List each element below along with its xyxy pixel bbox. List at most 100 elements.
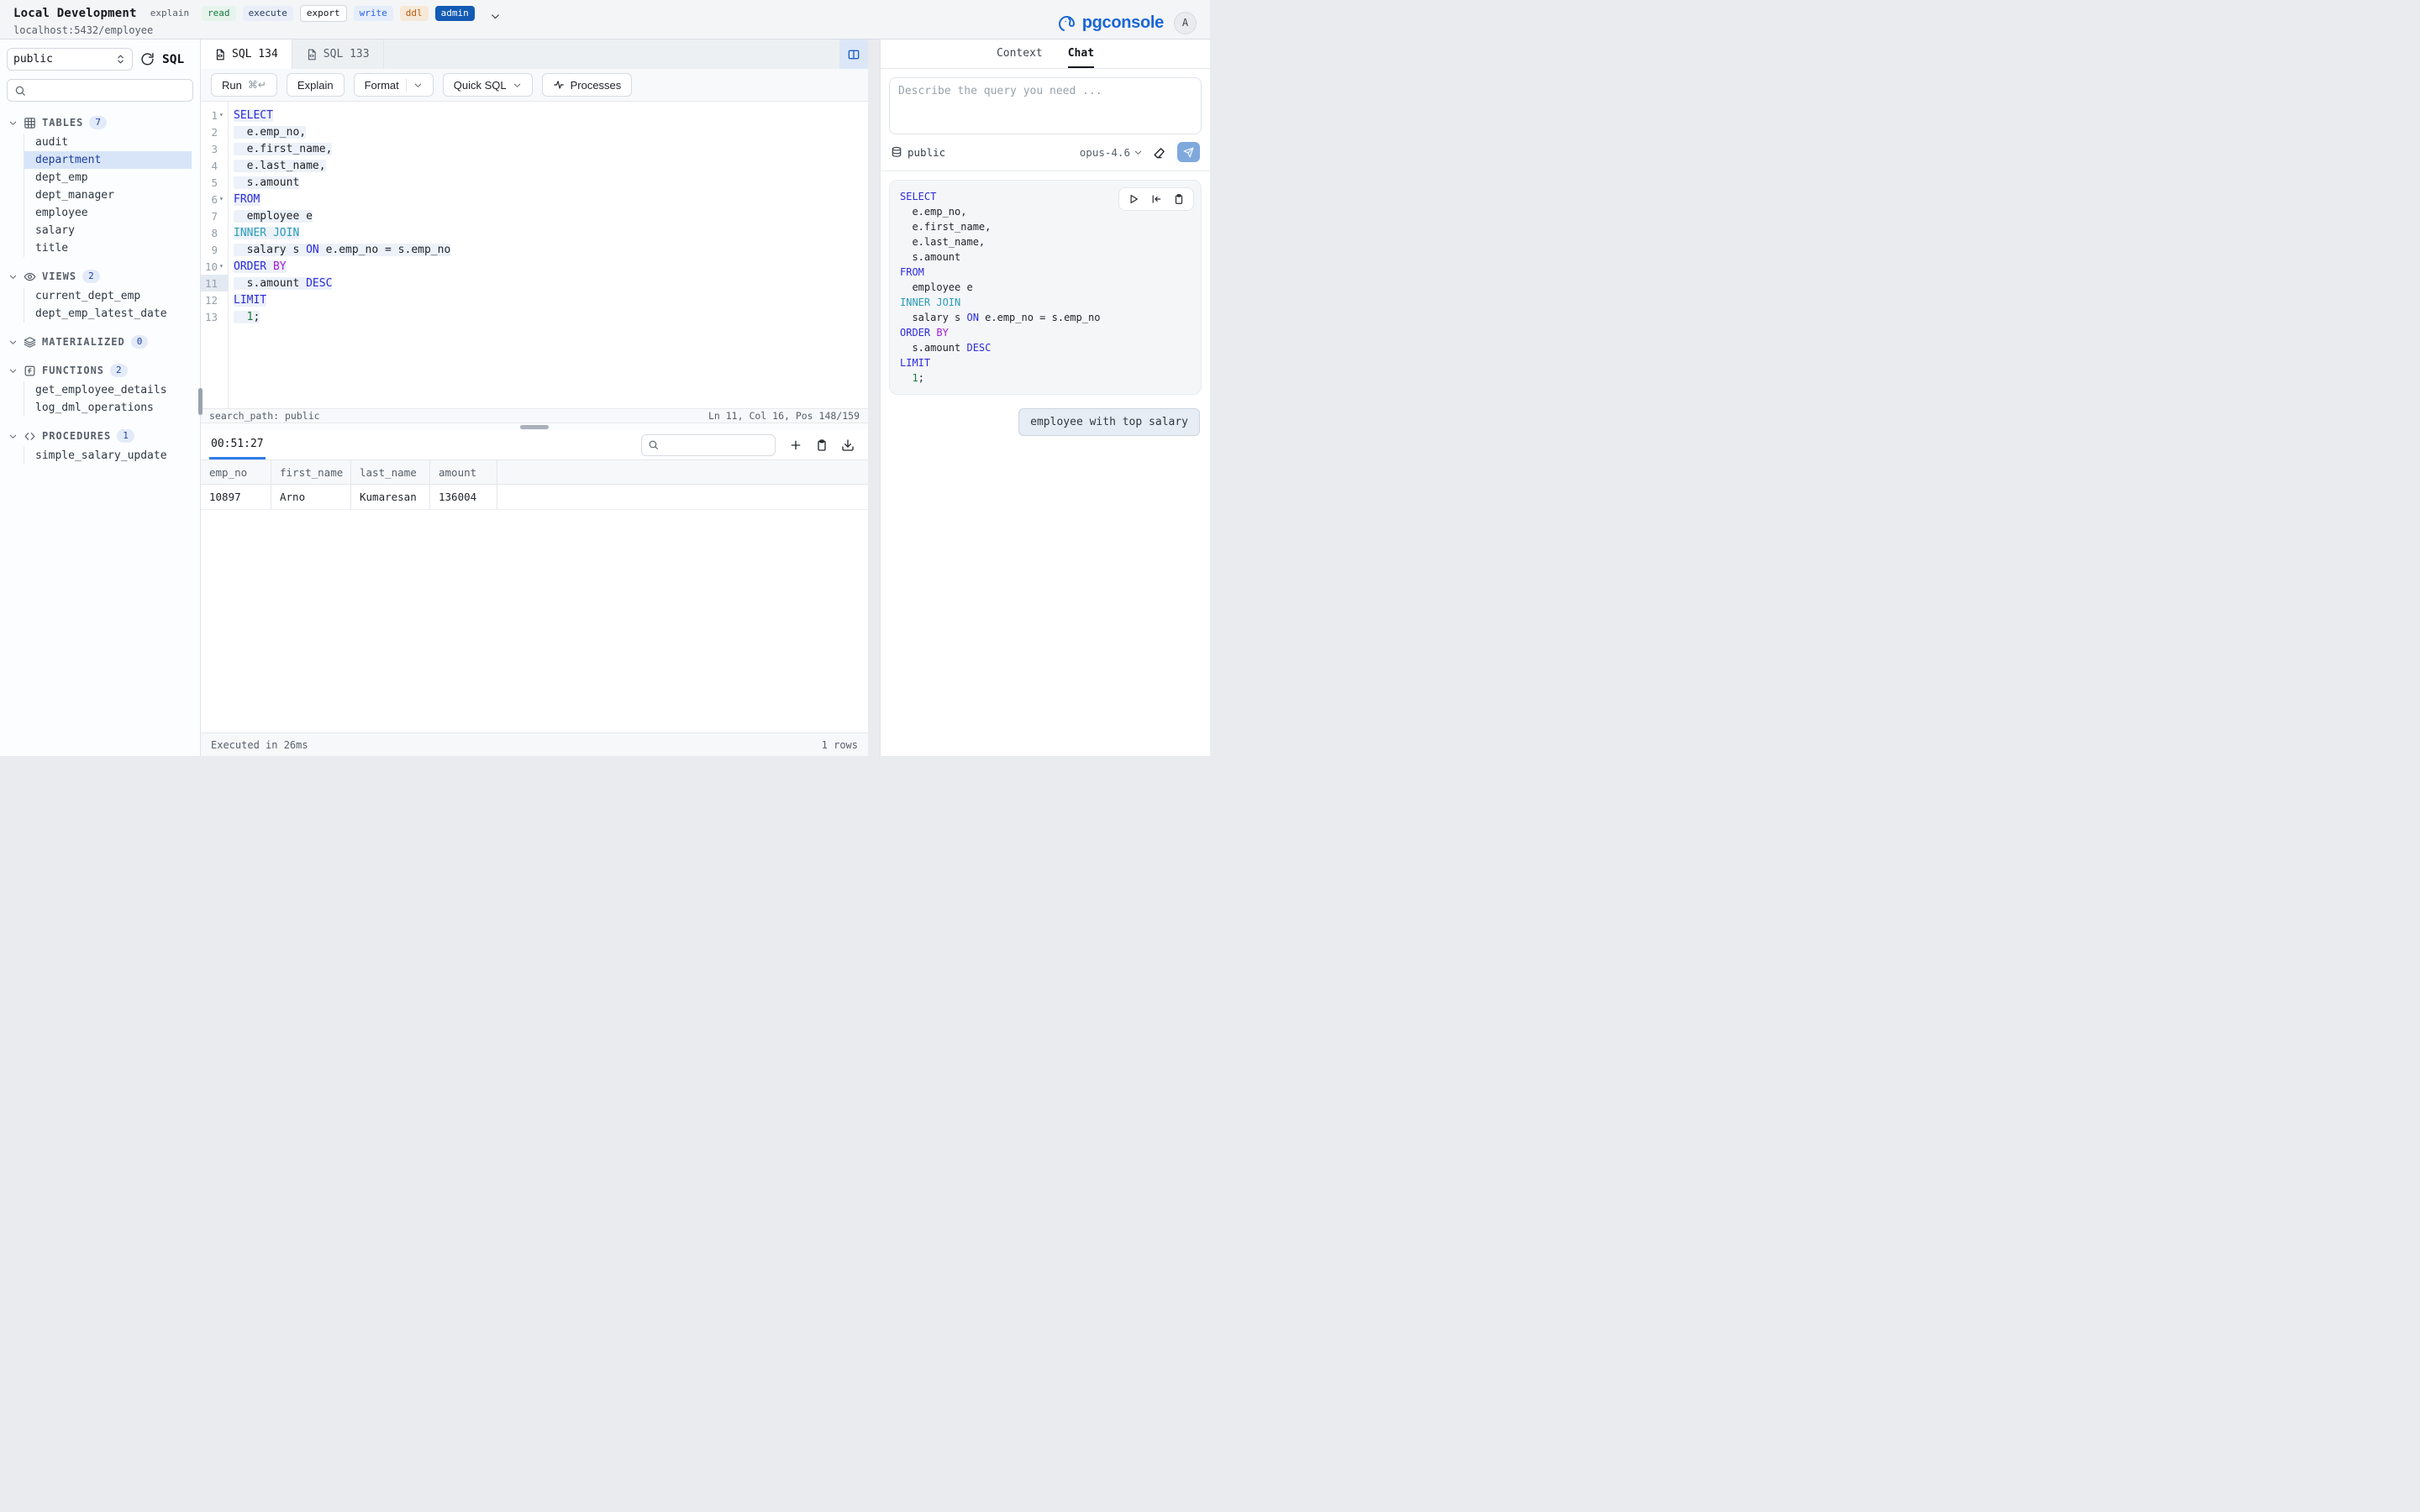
results-filter[interactable] <box>641 434 776 456</box>
table-cell[interactable]: Kumaresan <box>351 485 430 509</box>
sql-mode-label[interactable]: SQL <box>162 53 184 66</box>
line-number[interactable]: 7▾ <box>201 207 228 224</box>
add-row-icon[interactable] <box>789 438 802 452</box>
line-number[interactable]: 2▾ <box>201 123 228 140</box>
line-number[interactable]: 8▾ <box>201 224 228 241</box>
editor-line-5[interactable]: s.amount <box>229 174 868 191</box>
sql-token: INNER JOIN <box>234 227 299 239</box>
editor-line-9[interactable]: salary s ON e.emp_no = s.emp_no <box>229 241 868 258</box>
table-cell[interactable]: 136004 <box>430 485 497 509</box>
sidebar-item-department[interactable]: department <box>24 151 192 169</box>
sidebar-item-get_employee_details[interactable]: get_employee_details <box>24 381 192 399</box>
sql-editor[interactable]: 1▾2▾3▾4▾5▾6▾7▾8▾9▾10▾11▾12▾13▾ SELECT e.… <box>201 102 868 408</box>
model-chevron-down-icon <box>1134 148 1143 157</box>
results-splitter[interactable] <box>201 423 868 430</box>
copy-results-icon[interactable] <box>815 438 829 452</box>
connection-chevron-down-icon[interactable] <box>490 11 501 22</box>
line-number[interactable]: 6▾ <box>201 191 228 207</box>
editor-line-12[interactable]: LIMIT <box>229 291 868 308</box>
editor-code-area[interactable]: SELECT e.emp_no, e.first_name, e.last_na… <box>229 102 868 408</box>
section-header-procedures[interactable]: PROCEDURES1 <box>0 427 200 445</box>
fold-marker-icon[interactable]: ▾ <box>219 112 225 118</box>
model-select[interactable]: opus-4.6 <box>1080 146 1143 159</box>
download-results-icon[interactable] <box>841 438 855 452</box>
processes-button[interactable]: Processes <box>542 73 633 97</box>
section-header-materialized[interactable]: MATERIALIZED0 <box>0 333 200 351</box>
sidebar-item-title[interactable]: title <box>24 239 192 257</box>
tab-sql-133[interactable]: SQL 133 <box>292 39 384 69</box>
results-filter-input[interactable] <box>664 438 769 451</box>
editor-line-3[interactable]: e.first_name, <box>229 140 868 157</box>
section-header-views[interactable]: VIEWS2 <box>0 267 200 286</box>
line-number[interactable]: 9▾ <box>201 241 228 258</box>
editor-line-13[interactable]: 1; <box>229 308 868 325</box>
column-header-last_name[interactable]: last_name <box>351 460 430 484</box>
insert-into-editor-icon[interactable] <box>1150 193 1162 205</box>
sidebar-item-log_dml_operations[interactable]: log_dml_operations <box>24 399 192 417</box>
refresh-icon[interactable] <box>140 52 155 66</box>
connection-url: localhost:5432/employee <box>13 24 501 36</box>
run-suggestion-play-icon[interactable] <box>1128 193 1139 205</box>
line-number[interactable]: 12▾ <box>201 291 228 308</box>
sidebar-item-dept_manager[interactable]: dept_manager <box>24 186 192 204</box>
chat-prompt-input[interactable] <box>889 77 1202 134</box>
code-text: e.emp_no, <box>234 126 306 139</box>
section-header-tables[interactable]: TABLES7 <box>0 113 200 132</box>
sql-token: ON <box>306 244 319 256</box>
table-row[interactable]: 10897ArnoKumaresan136004 <box>201 485 868 510</box>
editor-line-1[interactable]: SELECT <box>229 107 868 123</box>
format-chevron-down-icon[interactable] <box>413 81 423 90</box>
clear-chat-eraser-icon[interactable] <box>1153 145 1167 160</box>
sidebar-search[interactable] <box>7 79 193 102</box>
sidebar-item-dept_emp[interactable]: dept_emp <box>24 169 192 186</box>
line-number[interactable]: 1▾ <box>201 107 228 123</box>
editor-line-4[interactable]: e.last_name, <box>229 157 868 174</box>
split-view-button[interactable] <box>839 39 868 69</box>
line-number[interactable]: 4▾ <box>201 157 228 174</box>
editor-line-7[interactable]: employee e <box>229 207 868 224</box>
column-header-emp_no[interactable]: emp_no <box>201 460 271 484</box>
sql-token: s.amount <box>900 342 966 354</box>
line-number[interactable]: 11▾ <box>201 275 228 291</box>
sidebar-item-dept_emp_latest_date[interactable]: dept_emp_latest_date <box>24 305 192 323</box>
avatar[interactable]: A <box>1174 12 1197 34</box>
code-text: employee e <box>234 210 313 223</box>
line-number[interactable]: 3▾ <box>201 140 228 157</box>
table-cell[interactable]: Arno <box>271 485 351 509</box>
sidebar-item-simple_salary_update[interactable]: simple_salary_update <box>24 447 192 465</box>
send-button[interactable] <box>1177 142 1200 162</box>
column-header-amount[interactable]: amount <box>430 460 497 484</box>
line-number[interactable]: 5▾ <box>201 174 228 191</box>
editor-line-8[interactable]: INNER JOIN <box>229 224 868 241</box>
sidebar-search-input[interactable] <box>31 84 186 97</box>
editor-line-10[interactable]: ORDER BY <box>229 258 868 275</box>
quick-sql-button[interactable]: Quick SQL <box>443 73 533 97</box>
section-header-functions[interactable]: FUNCTIONS2 <box>0 361 200 380</box>
sidebar-item-salary[interactable]: salary <box>24 222 192 239</box>
tab-context[interactable]: Context <box>997 39 1043 68</box>
line-number[interactable]: 13▾ <box>201 308 228 325</box>
sidebar-item-current_dept_emp[interactable]: current_dept_emp <box>24 287 192 305</box>
explain-button[interactable]: Explain <box>287 73 345 97</box>
editor-line-6[interactable]: FROM <box>229 191 868 207</box>
run-button[interactable]: Run ⌘↵ <box>211 73 277 97</box>
editor-line-2[interactable]: e.emp_no, <box>229 123 868 140</box>
results-timer-tab[interactable]: 00:51:27 <box>209 430 266 459</box>
fold-marker-icon[interactable]: ▾ <box>219 263 225 270</box>
splitter-handle[interactable] <box>520 425 549 429</box>
tab-sql-134[interactable]: SQL 134 <box>201 39 292 69</box>
sidebar-item-employee[interactable]: employee <box>24 204 192 222</box>
line-number[interactable]: 10▾ <box>201 258 228 275</box>
table-cell[interactable]: 10897 <box>201 485 271 509</box>
sql-token: e.first_name, <box>900 221 991 233</box>
sql-token: s.amount <box>234 277 306 290</box>
sidebar-resize-handle[interactable] <box>198 388 203 415</box>
sidebar-item-audit[interactable]: audit <box>24 134 192 151</box>
format-button[interactable]: Format <box>354 73 434 97</box>
fold-marker-icon[interactable]: ▾ <box>219 196 225 202</box>
schema-select[interactable]: public <box>7 48 133 71</box>
tab-chat[interactable]: Chat <box>1068 39 1094 68</box>
copy-suggestion-icon[interactable] <box>1173 193 1185 205</box>
editor-line-11[interactable]: s.amount DESC <box>229 275 868 291</box>
column-header-first_name[interactable]: first_name <box>271 460 351 484</box>
